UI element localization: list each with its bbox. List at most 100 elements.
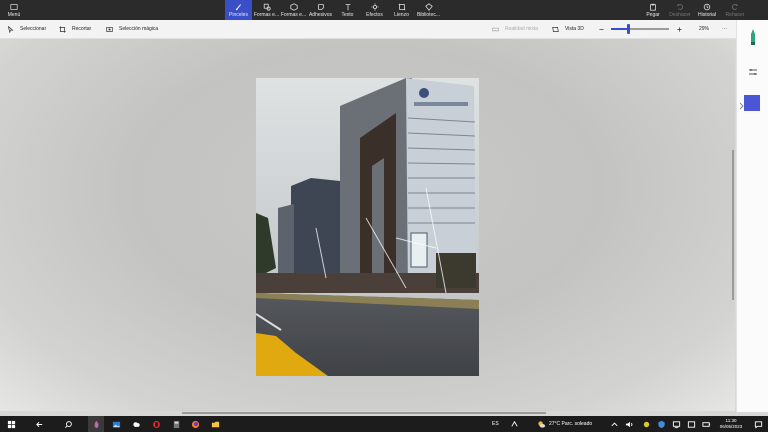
- zoom-slider-thumb[interactable]: [627, 24, 630, 34]
- tab-label: Texto: [341, 11, 354, 18]
- folder-icon: [211, 421, 219, 427]
- tab-library[interactable]: Bibliotec...: [415, 0, 442, 20]
- battery-button[interactable]: [701, 416, 711, 432]
- tab-label: Pinceles: [229, 11, 248, 18]
- notifications-button[interactable]: [752, 416, 764, 432]
- language-indicator[interactable]: ES: [492, 416, 499, 432]
- start-button[interactable]: [4, 416, 18, 432]
- street-building-photo: [256, 78, 479, 376]
- crop-label: Recortar: [72, 26, 92, 32]
- opera-icon: [152, 420, 160, 428]
- vertical-scrollbar[interactable]: [732, 150, 734, 300]
- top-toolbar: Menú Pinceles Formas e... Formas e... Ad…: [0, 0, 768, 20]
- undo-icon: [677, 3, 683, 10]
- shapes-2d-icon: [263, 3, 271, 11]
- input-method-button[interactable]: [508, 416, 520, 432]
- weather-text: 27°C Parc. soleado: [549, 421, 593, 427]
- magic-select-button[interactable]: Selección mágica: [106, 20, 158, 38]
- tab-shapes-3d[interactable]: Formas e...: [280, 0, 307, 20]
- canvas-photo[interactable]: [256, 78, 479, 376]
- library-icon: [424, 2, 433, 11]
- tab-effects[interactable]: Efectos: [361, 0, 388, 20]
- redo-button[interactable]: Rehacer: [721, 0, 749, 20]
- right-side-panel: [736, 20, 768, 412]
- network-button[interactable]: [671, 416, 681, 432]
- tab-label: Adhesivos: [308, 11, 333, 18]
- marker-tool-button[interactable]: [747, 28, 759, 46]
- horizontal-scrollbar[interactable]: [182, 412, 546, 414]
- paste-icon: [650, 3, 656, 11]
- view-3d-icon: [552, 26, 559, 32]
- tray-app-window[interactable]: [686, 416, 696, 432]
- sticker-icon: [317, 3, 324, 10]
- select-label: Seleccionar: [20, 26, 47, 32]
- crop-button[interactable]: Recortar: [59, 20, 91, 38]
- undo-button[interactable]: Deshacer: [667, 0, 693, 20]
- tray-app-yellow[interactable]: [641, 416, 651, 432]
- cursor-icon: [7, 25, 14, 33]
- magic-select-label: Selección mágica: [119, 26, 159, 32]
- history-icon: [703, 3, 711, 10]
- zoom-slider-track: [611, 24, 669, 34]
- weather-widget[interactable]: 27°C Parc. soleado: [537, 416, 592, 432]
- network-icon: [672, 420, 680, 428]
- zoom-percent: 29%: [699, 26, 710, 32]
- paste-label: Pegar: [646, 11, 660, 18]
- clock[interactable]: 11:30 06/05/2023: [716, 416, 746, 432]
- redo-icon: [732, 3, 738, 10]
- tab-shapes-2d[interactable]: Formas e...: [253, 0, 280, 20]
- taskbar-paint3d[interactable]: [88, 416, 104, 432]
- plus-icon: [677, 26, 682, 32]
- paste-button[interactable]: Pegar: [640, 0, 666, 20]
- selected-color-swatch[interactable]: [744, 95, 760, 111]
- menu-label: Menú: [7, 11, 21, 18]
- taskbar-firefox[interactable]: [188, 416, 202, 432]
- search-button[interactable]: [61, 416, 75, 432]
- undo-label: Deshacer: [669, 11, 691, 18]
- text-icon: [345, 3, 350, 10]
- tab-canvas[interactable]: Lienzo: [388, 0, 415, 20]
- magic-select-icon: [106, 26, 113, 32]
- zoom-out-button[interactable]: [598, 20, 605, 38]
- taskbar-app-cloud[interactable]: [129, 416, 143, 432]
- volume-button[interactable]: [624, 416, 634, 432]
- search-icon: [64, 420, 72, 428]
- calculator-icon: [173, 420, 179, 428]
- tray-app-blue[interactable]: [656, 416, 666, 432]
- tab-label: Formas e...: [253, 11, 280, 18]
- keyboard-icon: [510, 420, 518, 427]
- battery-icon: [701, 421, 710, 427]
- zoom-slider-fill: [611, 28, 628, 30]
- taskbar-calculator[interactable]: [169, 416, 183, 432]
- partly-sunny-icon: [538, 420, 546, 428]
- minus-icon: [599, 28, 604, 30]
- zoom-slider[interactable]: [611, 20, 669, 38]
- tray-circle-icon: [643, 421, 649, 427]
- view-3d-button[interactable]: Vista 3D: [552, 20, 584, 38]
- volume-icon: [625, 421, 632, 427]
- mixed-reality-button[interactable]: Realidad mixta: [492, 20, 538, 38]
- back-button[interactable]: [32, 416, 46, 432]
- clock-date: 06/05/2023: [719, 424, 743, 429]
- mixed-reality-icon: [492, 27, 499, 31]
- windows-taskbar: ES 27°C Parc. soleado 11:30 06/05/2023: [0, 416, 768, 432]
- show-hidden-icons-button[interactable]: [609, 416, 619, 432]
- tab-stickers[interactable]: Adhesivos: [307, 0, 334, 20]
- effects-icon: [370, 2, 379, 11]
- taskbar-opera[interactable]: [149, 416, 163, 432]
- history-button[interactable]: Historial: [694, 0, 720, 20]
- adjust-settings-button[interactable]: [748, 64, 758, 75]
- sliders-icon: [749, 69, 757, 75]
- tab-text[interactable]: Texto: [334, 0, 361, 20]
- more-options-button[interactable]: ···: [722, 20, 727, 38]
- taskbar-photos[interactable]: [109, 416, 123, 432]
- marker-icon: [751, 29, 755, 45]
- menu-button[interactable]: Menú: [2, 0, 26, 20]
- view-3d-label: Vista 3D: [565, 26, 584, 32]
- select-button[interactable]: Seleccionar: [7, 20, 46, 38]
- selection-toolbar: Seleccionar Recortar Selección mágica Re…: [0, 20, 736, 39]
- zoom-in-button[interactable]: [676, 20, 683, 38]
- tab-brushes[interactable]: Pinceles: [225, 0, 252, 20]
- taskbar-file-explorer[interactable]: [208, 416, 222, 432]
- chat-bubble-icon: [754, 420, 762, 429]
